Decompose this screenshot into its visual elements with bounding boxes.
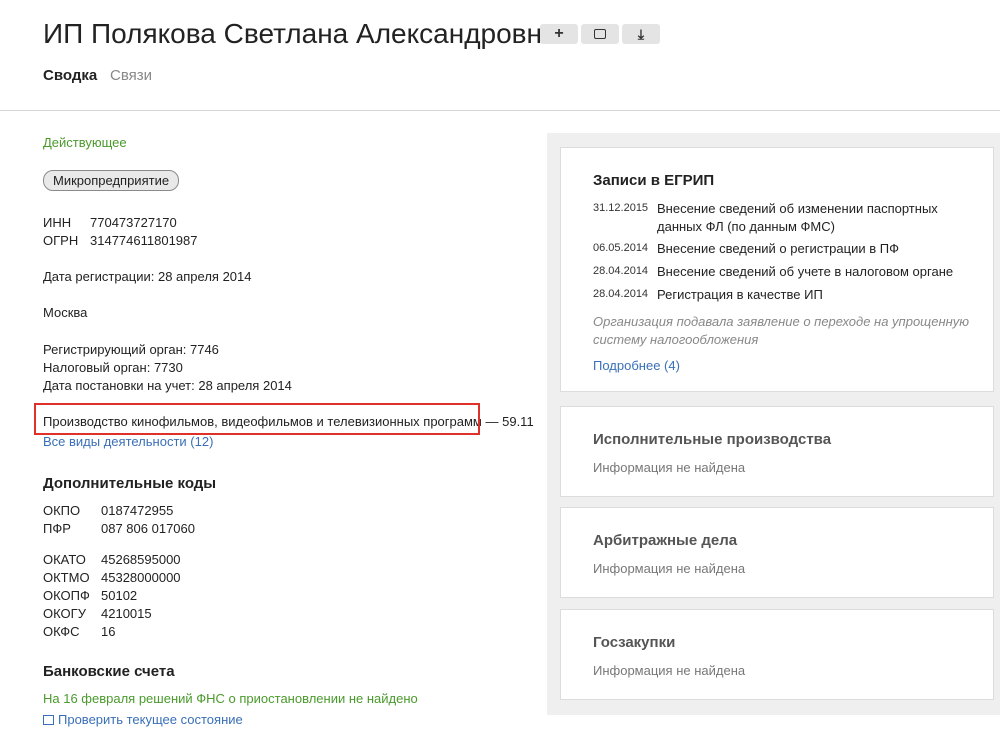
- code-row: ОКФС 16: [43, 624, 115, 639]
- code-value: 16: [101, 624, 116, 639]
- tab-connections[interactable]: Связи: [110, 67, 152, 84]
- inn-value: 770473727170: [90, 215, 177, 230]
- page-header: ИП Полякова Светлана Александровна + ⤓ С…: [0, 0, 1000, 111]
- egrip-card: Записи в ЕГРИП 31.12.2015 Внесение сведе…: [560, 147, 994, 392]
- enforcement-status: Информация не найдена: [593, 460, 746, 475]
- code-value: 45268595000: [101, 552, 181, 567]
- more-records-link[interactable]: Подробнее (4): [593, 358, 680, 373]
- bank-status: На 16 февраля решений ФНС о приостановле…: [43, 691, 418, 706]
- record-date: 28.04.2014: [593, 288, 649, 300]
- code-value: 4210015: [101, 606, 152, 621]
- code-row: ОКОГУ 4210015: [43, 606, 152, 621]
- procurement-heading: Госзакупки: [593, 634, 676, 651]
- code-label: ПФР: [43, 521, 71, 536]
- external-link-icon: [43, 715, 54, 725]
- status-active: Действующее: [43, 135, 127, 150]
- download-icon: ⤓: [637, 25, 645, 42]
- record-text: Внесение сведений об изменении паспортны…: [657, 201, 938, 234]
- bank-accounts-heading: Банковские счета: [43, 663, 175, 680]
- download-button[interactable]: ⤓: [622, 24, 660, 44]
- code-row: ОКПО 0187472955: [43, 503, 173, 518]
- enforcement-heading: Исполнительные производства: [593, 431, 832, 448]
- record-text: Регистрация в качестве ИП: [657, 287, 823, 302]
- code-value: 50102: [101, 588, 138, 603]
- record-date: 06.05.2014: [593, 242, 649, 254]
- egrip-record: 28.04.2014 Внесение сведений об учете в …: [593, 263, 967, 281]
- code-label: ОКФС: [43, 624, 80, 639]
- check-status-link[interactable]: Проверить текущее состояние: [43, 712, 243, 727]
- comment-button[interactable]: [581, 24, 619, 44]
- code-label: ОКАТО: [43, 552, 86, 567]
- record-date: 28.04.2014: [593, 265, 649, 277]
- add-button[interactable]: +: [540, 24, 578, 44]
- arbitration-card[interactable]: Арбитражные дела Информация не найдена: [560, 507, 994, 598]
- tab-summary[interactable]: Сводка: [43, 67, 97, 84]
- record-text: Внесение сведений о регистрации в ПФ: [657, 241, 899, 256]
- main-activity-code: — 59.11: [485, 414, 534, 429]
- additional-codes-heading: Дополнительные коды: [43, 475, 217, 492]
- code-row: ОКТМО 45328000000: [43, 570, 181, 585]
- code-value: 45328000000: [101, 570, 181, 585]
- code-row: ОКОПФ 50102: [43, 588, 137, 603]
- inn-row: ИНН 770473727170: [43, 215, 177, 230]
- code-row: ПФР 087 806 017060: [43, 521, 195, 536]
- code-value: 087 806 017060: [101, 521, 195, 536]
- arbitration-status: Информация не найдена: [593, 561, 746, 576]
- highlight-box: [34, 403, 480, 435]
- status-badge: Микропредприятие: [43, 170, 180, 191]
- code-label: ОКОПФ: [43, 588, 90, 603]
- registering-authority: Регистрирующий орган: 7746: [43, 342, 219, 357]
- page-title: ИП Полякова Светлана Александровна: [43, 18, 558, 49]
- ogrn-value: 314774611801987: [90, 233, 198, 248]
- simplified-tax-note: Организация подавала заявление о переход…: [593, 314, 970, 347]
- city: Москва: [43, 305, 88, 320]
- check-status-label: Проверить текущее состояние: [58, 712, 243, 727]
- arbitration-heading: Арбитражные дела: [593, 532, 738, 549]
- inn-label: ИНН: [43, 215, 72, 230]
- code-value: 0187472955: [101, 503, 174, 518]
- egrip-record: 06.05.2014 Внесение сведений о регистрац…: [593, 240, 967, 258]
- ogrn-label: ОГРН: [43, 233, 79, 248]
- egrip-record: 28.04.2014 Регистрация в качестве ИП: [593, 286, 967, 304]
- code-label: ОКПО: [43, 503, 81, 518]
- record-text: Внесение сведений об учете в налоговом о…: [657, 264, 954, 279]
- comment-icon: [594, 29, 606, 39]
- procurement-status: Информация не найдена: [593, 663, 746, 678]
- tax-authority: Налоговый орган: 7730: [43, 360, 183, 375]
- code-label: ОКТМО: [43, 570, 90, 585]
- code-label: ОКОГУ: [43, 606, 86, 621]
- egrip-record: 31.12.2015 Внесение сведений об изменени…: [593, 200, 967, 236]
- code-row: ОКАТО 45268595000: [43, 552, 181, 567]
- ogrn-row: ОГРН 314774611801987: [43, 233, 198, 248]
- all-activities-link[interactable]: Все виды деятельности (12): [43, 434, 213, 449]
- record-date: 31.12.2015: [593, 202, 649, 214]
- enforcement-card[interactable]: Исполнительные производства Информация н…: [560, 406, 994, 497]
- tax-registration-date: Дата постановки на учет: 28 апреля 2014: [43, 378, 292, 393]
- egrip-heading: Записи в ЕГРИП: [593, 172, 715, 189]
- plus-icon: +: [554, 25, 564, 42]
- registration-date: Дата регистрации: 28 апреля 2014: [43, 269, 252, 284]
- procurement-card[interactable]: Госзакупки Информация не найдена: [560, 609, 994, 700]
